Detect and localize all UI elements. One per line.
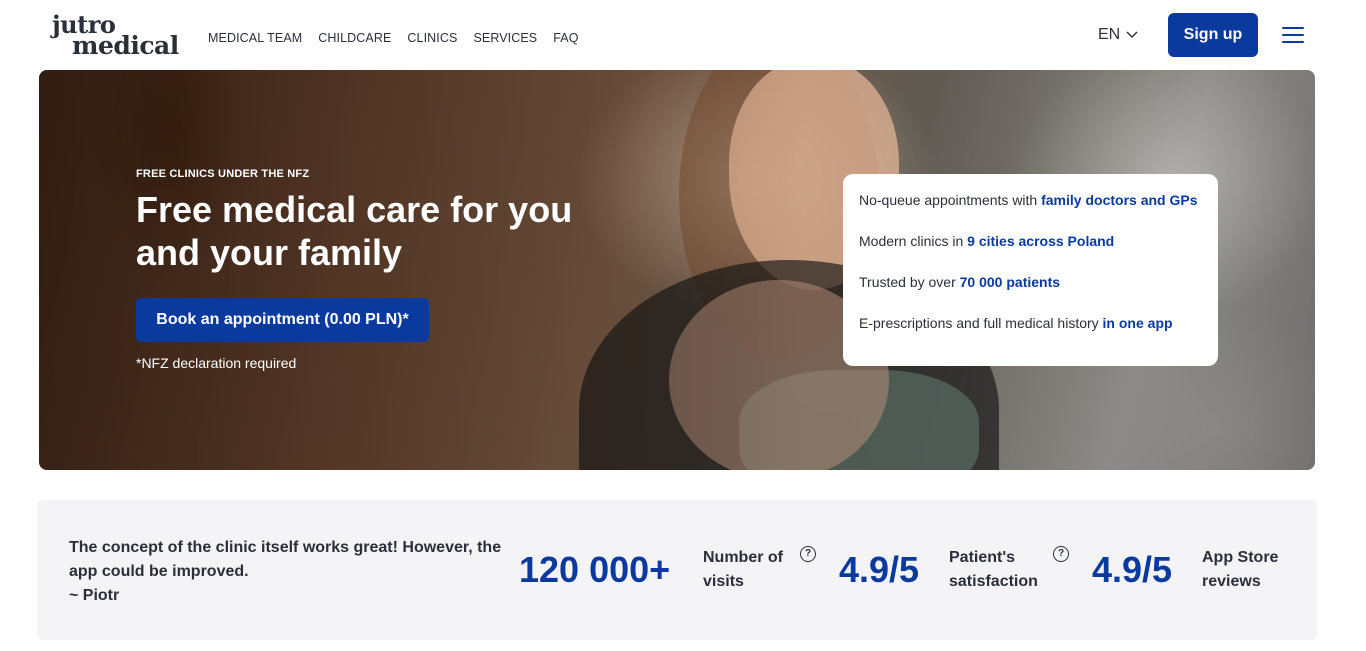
stat-satisfaction-label: Patient's satisfaction xyxy=(949,549,1038,590)
stats-strip: The concept of the clinic itself works g… xyxy=(37,500,1317,640)
stat-appstore-value: 4.9/5 xyxy=(1092,549,1173,590)
hamburger-menu-icon[interactable] xyxy=(1282,26,1306,44)
nav-childcare[interactable]: CHILDCARE xyxy=(318,30,391,46)
feature-item: Trusted by over 70 000 patients xyxy=(859,274,1061,290)
quote-author: ~ Piotr xyxy=(69,587,120,604)
nav-medical-team[interactable]: MEDICAL TEAM xyxy=(208,30,302,46)
question-circle-icon[interactable]: ? xyxy=(800,546,816,562)
stat-visits-value: 120 000+ xyxy=(519,549,671,590)
patient-quote: The concept of the clinic itself works g… xyxy=(69,536,509,608)
stat-visits-label: Number of visits xyxy=(703,549,783,590)
language-selector[interactable]: EN xyxy=(1098,26,1138,44)
main-nav: MEDICAL TEAM CHILDCARE CLINICS SERVICES … xyxy=(208,30,579,46)
stat-satisfaction-value: 4.9/5 xyxy=(839,549,920,590)
hero-headline: Free medical care for you and your famil… xyxy=(136,189,573,273)
sign-up-button[interactable]: Sign up xyxy=(1168,13,1258,57)
hero-eyebrow: FREE CLINICS UNDER THE NFZ xyxy=(136,168,310,180)
feature-highlight: 70 000 patients xyxy=(959,274,1061,290)
feature-item: No-queue appointments with family doctor… xyxy=(859,192,1198,208)
logo-line-2: medical xyxy=(72,31,179,60)
jutro-medical-logo[interactable]: jutro medical xyxy=(52,12,179,60)
language-label: EN xyxy=(1098,26,1121,43)
quote-text: The concept of the clinic itself works g… xyxy=(69,539,502,580)
features-card: No-queue appointments with family doctor… xyxy=(843,174,1218,366)
site-header: jutro medical MEDICAL TEAM CHILDCARE CLI… xyxy=(0,0,1366,70)
stat-appstore-label: App Store reviews xyxy=(1202,549,1279,590)
feature-highlight: in one app xyxy=(1102,315,1173,331)
nav-services[interactable]: SERVICES xyxy=(473,30,537,46)
chevron-down-icon xyxy=(1126,31,1138,38)
book-appointment-button[interactable]: Book an appointment (0.00 PLN)* xyxy=(136,298,429,342)
feature-highlight: family doctors and GPs xyxy=(1041,192,1198,208)
nav-clinics[interactable]: CLINICS xyxy=(407,30,457,46)
nfz-note: *NFZ declaration required xyxy=(136,355,297,371)
feature-item: E-prescriptions and full medical history… xyxy=(859,315,1173,331)
hero-banner: FREE CLINICS UNDER THE NFZ Free medical … xyxy=(39,70,1315,470)
feature-item: Modern clinics in 9 cities across Poland xyxy=(859,233,1115,249)
nav-faq[interactable]: FAQ xyxy=(553,30,578,46)
question-circle-icon[interactable]: ? xyxy=(1053,546,1069,562)
feature-highlight: 9 cities across Poland xyxy=(967,233,1115,249)
